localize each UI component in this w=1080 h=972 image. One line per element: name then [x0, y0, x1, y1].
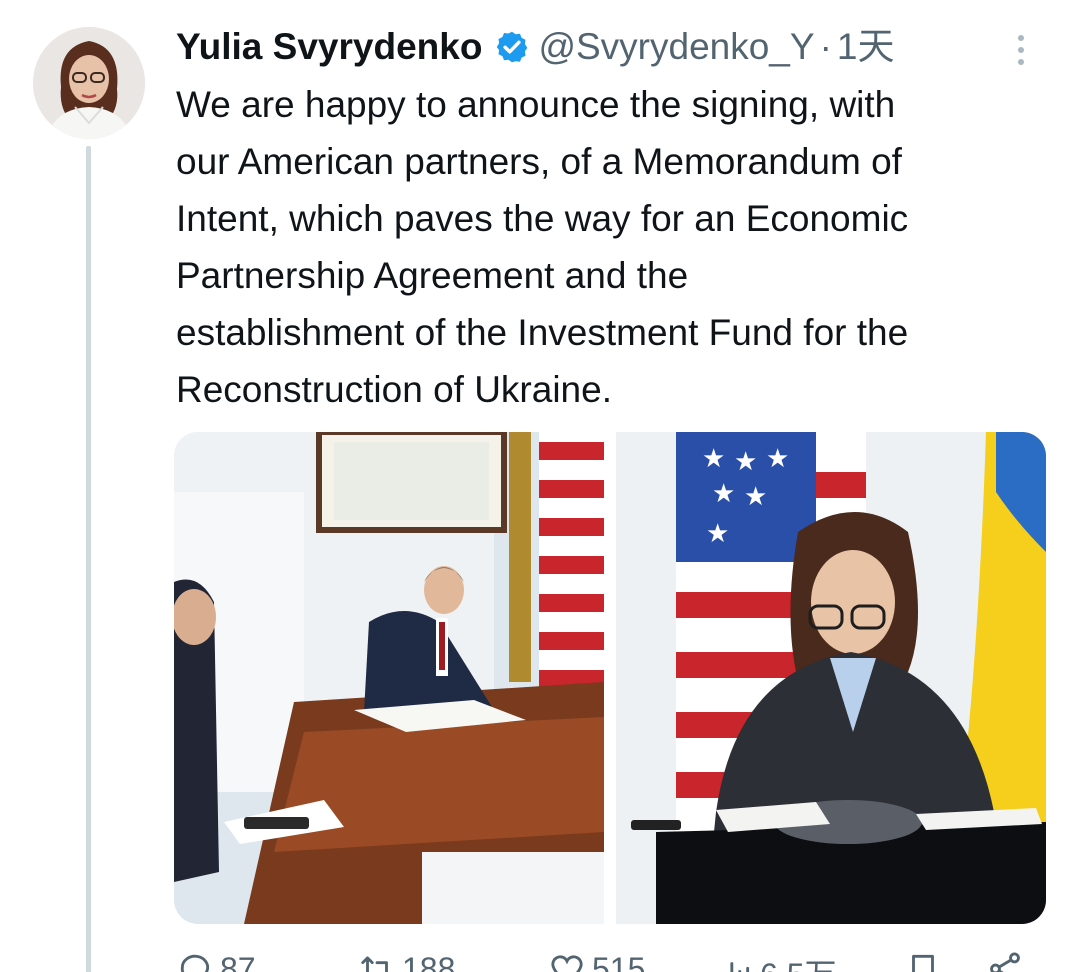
tweet-timestamp[interactable]: 1天 [837, 22, 895, 72]
svg-text:★: ★ [706, 519, 729, 549]
reply-icon [180, 954, 210, 972]
like-icon [551, 955, 583, 972]
tweet-text-line: our American partners, of a Memorandum o… [176, 141, 902, 182]
author-handle[interactable]: @Svyrydenko_Y [538, 22, 814, 72]
reply-count: 87 [220, 950, 256, 972]
reply-button[interactable]: 87 [176, 950, 256, 972]
signing-photo-us-side [174, 432, 604, 924]
svg-text:★: ★ [744, 482, 767, 512]
tweet-text-line: Partnership Agreement and the [176, 255, 689, 296]
retweet-button[interactable]: 188 [358, 950, 455, 972]
author-avatar[interactable] [33, 27, 145, 139]
thread-line [86, 146, 91, 972]
like-button[interactable]: 515 [548, 950, 645, 972]
svg-text:★: ★ [766, 444, 789, 474]
like-count: 515 [592, 950, 646, 972]
retweet-icon [361, 956, 388, 972]
share-button[interactable] [986, 950, 1024, 972]
retweet-count: 188 [402, 950, 456, 972]
svg-text:★: ★ [734, 447, 757, 477]
media-photo-left[interactable] [174, 432, 604, 924]
views-button[interactable]: 6.5万 [716, 950, 837, 972]
header-separator: · [819, 26, 832, 67]
media-photo-right[interactable]: ★ ★ ★ ★ ★ ★ [616, 432, 1046, 924]
signing-photo-ukraine-side: ★ ★ ★ ★ ★ ★ [616, 432, 1046, 924]
bookmark-button[interactable] [904, 950, 942, 972]
avatar-image [33, 27, 145, 139]
tweet-text-line: Reconstruction of Ukraine. [176, 369, 612, 410]
svg-text:★: ★ [712, 479, 735, 509]
tweet-header: Yulia Svyrydenko @Svyrydenko_Y · 1天 [176, 22, 894, 72]
tweet-text-line: Intent, which paves the way for an Econo… [176, 198, 909, 239]
author-name[interactable]: Yulia Svyrydenko [176, 22, 482, 72]
views-icon [730, 962, 750, 972]
tweet-text-line: We are happy to announce the signing, wi… [176, 84, 896, 125]
tweet-text-line: establishment of the Investment Fund for… [176, 312, 909, 353]
tweet-actions: 87 188 515 6.5万 [176, 950, 1036, 972]
bookmark-icon [912, 954, 934, 972]
more-vertical-icon[interactable] [1014, 30, 1028, 70]
tweet-media: ★ ★ ★ ★ ★ ★ [174, 432, 1046, 924]
svg-text:★: ★ [702, 444, 725, 474]
verified-badge-icon [497, 31, 528, 63]
share-icon [990, 952, 1020, 972]
tweet-text: We are happy to announce the signing, wi… [176, 76, 1076, 418]
views-count: 6.5万 [760, 950, 837, 972]
